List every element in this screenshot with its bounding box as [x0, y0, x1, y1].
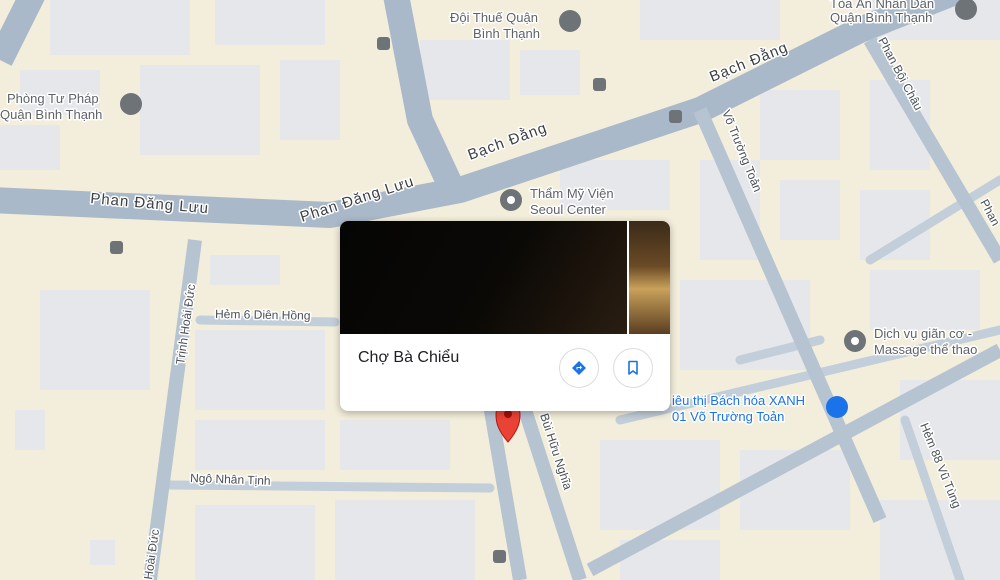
- directions-button[interactable]: [559, 348, 599, 388]
- place-photo[interactable]: [340, 221, 670, 334]
- place-photo-thumbnail[interactable]: [629, 221, 670, 334]
- poi-label: Đội Thuế Quận: [450, 10, 538, 25]
- directions-icon: [572, 361, 586, 375]
- poi-label: Dịch vụ giãn cơ -: [874, 326, 972, 341]
- bookmark-icon: [628, 360, 638, 375]
- place-photo-main[interactable]: [340, 221, 627, 334]
- poi-label: Quận Bình Thạnh: [0, 107, 102, 122]
- shopping-cart-icon: [826, 396, 848, 418]
- poi-label: Bình Thạnh: [473, 26, 540, 41]
- poi-label: Phòng Tư Pháp: [7, 91, 99, 106]
- poi-label: Thẩm Mỹ Viện: [530, 186, 614, 201]
- poi-label: Massage thể thao: [874, 342, 977, 357]
- poi-label: iêu thị Bách hóa XANH: [672, 393, 805, 408]
- poi-label: Seoul Center: [530, 202, 607, 217]
- street-label: Hẻm 6 Diên Hồng: [215, 307, 311, 323]
- street-label: Ngô Nhân Tịnh: [190, 471, 271, 488]
- place-title[interactable]: Chợ Bà Chiểu: [358, 349, 459, 367]
- government-building-icon: [120, 93, 142, 115]
- government-building-icon: [559, 10, 581, 32]
- poi-label: Quận Bình Thạnh: [830, 10, 932, 25]
- poi-label: 01 Võ Trường Toản: [672, 409, 784, 424]
- map-canvas[interactable]: Phan Đăng Lưu Phan Đăng Lưu Bạch Đằng Bạ…: [0, 0, 1000, 580]
- save-button[interactable]: [613, 348, 653, 388]
- place-info-card[interactable]: Chợ Bà Chiểu: [340, 221, 670, 411]
